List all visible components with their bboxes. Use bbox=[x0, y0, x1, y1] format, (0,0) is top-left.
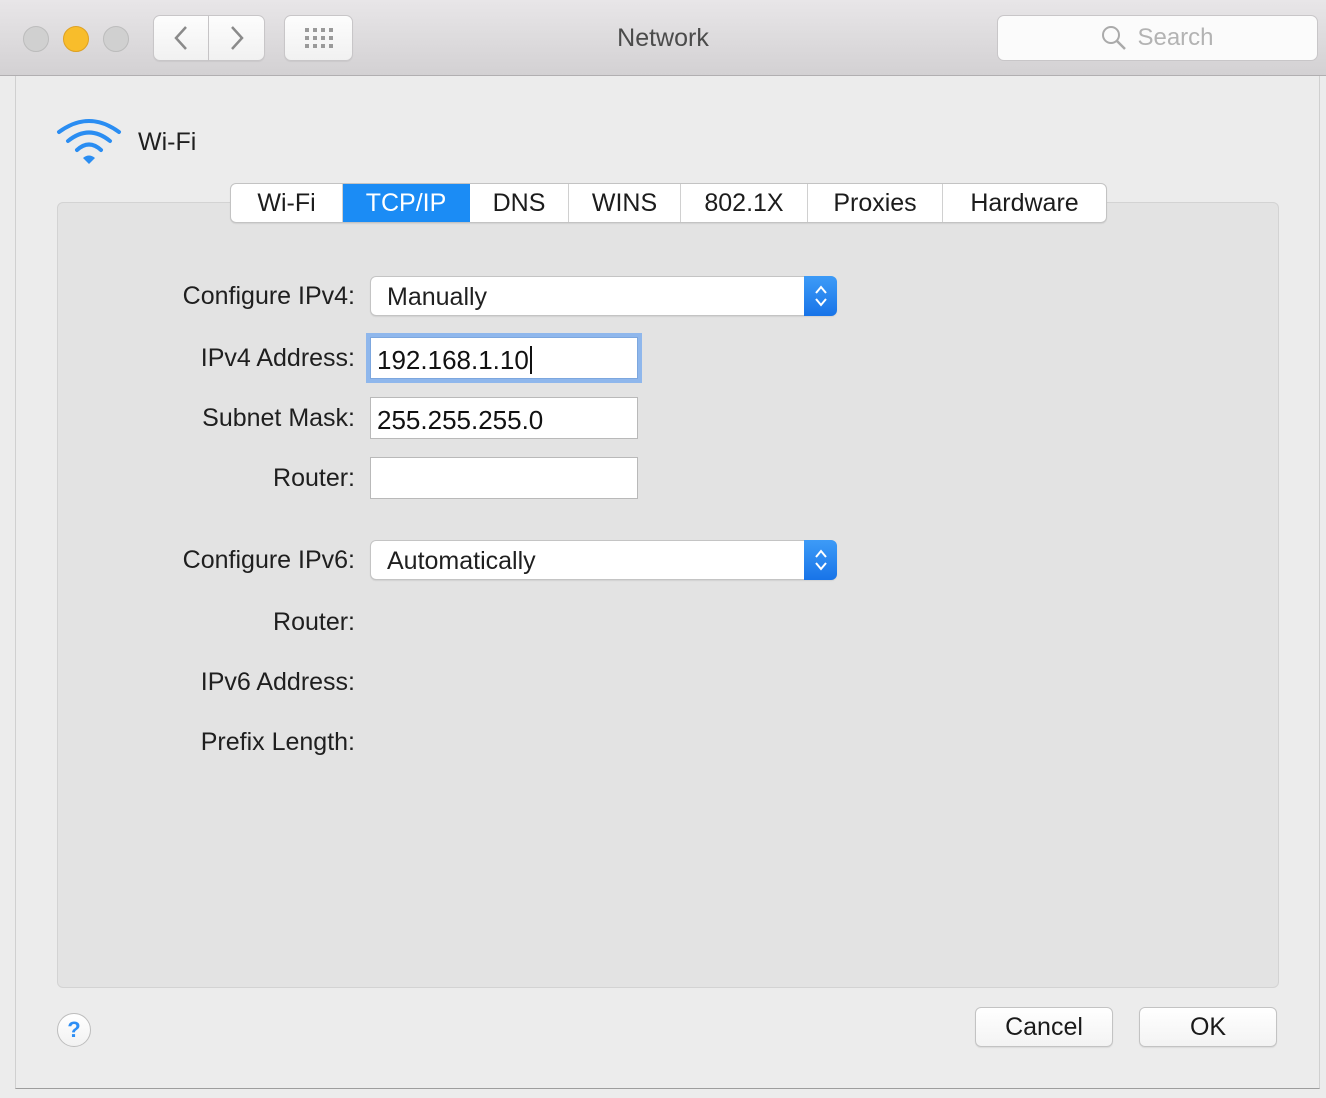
service-header: Wi-Fi bbox=[56, 118, 196, 166]
network-pane: Wi-Fi Wi-Fi TCP/IP DNS WINS 802.1X Proxi… bbox=[15, 76, 1320, 1089]
title-bar: Network Search bbox=[0, 0, 1326, 76]
tab-proxies[interactable]: Proxies bbox=[808, 184, 943, 222]
subnet-mask-value: 255.255.255.0 bbox=[377, 405, 544, 435]
settings-panel bbox=[57, 202, 1279, 988]
configure-ipv4-label: Configure IPv4: bbox=[182, 282, 355, 310]
ipv6-address-label: IPv6 Address: bbox=[200, 668, 355, 696]
subnet-mask-label: Subnet Mask: bbox=[202, 404, 355, 432]
help-button[interactable]: ? bbox=[57, 1013, 91, 1047]
text-caret bbox=[529, 346, 532, 374]
configure-ipv6-popup[interactable]: Automatically bbox=[370, 540, 837, 580]
tab-hardware[interactable]: Hardware bbox=[943, 184, 1106, 222]
wifi-icon bbox=[57, 119, 121, 164]
ipv4-router-label: Router: bbox=[273, 464, 355, 492]
search-field[interactable]: Search bbox=[997, 15, 1318, 61]
configure-ipv6-value: Automatically bbox=[387, 547, 536, 575]
configure-ipv6-label: Configure IPv6: bbox=[182, 546, 355, 574]
popup-stepper-icon bbox=[804, 540, 837, 580]
configure-ipv4-popup[interactable]: Manually bbox=[370, 276, 837, 316]
popup-stepper-icon bbox=[804, 276, 837, 316]
ipv4-address-field[interactable]: 192.168.1.10 bbox=[370, 337, 638, 379]
tab-tcpip[interactable]: TCP/IP bbox=[343, 184, 470, 222]
ipv4-address-label: IPv4 Address: bbox=[200, 344, 355, 372]
tab-8021x[interactable]: 802.1X bbox=[681, 184, 808, 222]
tab-dns[interactable]: DNS bbox=[470, 184, 569, 222]
cancel-button[interactable]: Cancel bbox=[975, 1007, 1113, 1047]
tab-wifi[interactable]: Wi-Fi bbox=[231, 184, 343, 222]
ipv6-router-label: Router: bbox=[273, 608, 355, 636]
ipv4-address-value: 192.168.1.10 bbox=[377, 345, 529, 375]
tab-bar: Wi-Fi TCP/IP DNS WINS 802.1X Proxies Har… bbox=[230, 183, 1107, 223]
service-name: Wi-Fi bbox=[138, 127, 197, 156]
configure-ipv4-value: Manually bbox=[387, 283, 488, 311]
search-icon bbox=[1102, 26, 1127, 50]
search-placeholder: Search bbox=[1137, 24, 1214, 51]
subnet-mask-field[interactable]: 255.255.255.0 bbox=[370, 397, 638, 439]
tab-wins[interactable]: WINS bbox=[569, 184, 681, 222]
ipv4-router-field[interactable] bbox=[370, 457, 638, 499]
prefix-length-label: Prefix Length: bbox=[200, 728, 355, 756]
ok-button[interactable]: OK bbox=[1139, 1007, 1277, 1047]
